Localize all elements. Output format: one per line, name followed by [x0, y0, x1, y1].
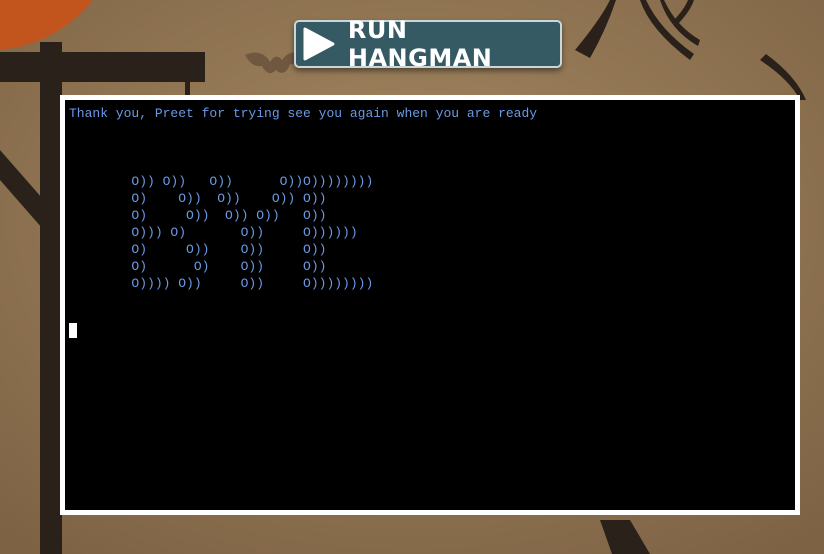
play-icon: [303, 27, 335, 61]
terminal[interactable]: Thank you, Preet for trying see you agai…: [65, 100, 795, 510]
gallows-post: [40, 42, 62, 554]
ascii-art-bye: O)) O)) O)) O))O)))))))) O) O)) O)) O)) …: [131, 174, 374, 291]
terminal-message: Thank you, Preet for trying see you agai…: [69, 106, 538, 121]
run-hangman-button[interactable]: RUN HANGMAN: [294, 16, 562, 72]
gallows-beam: [0, 52, 205, 82]
terminal-cursor: [69, 323, 77, 338]
terminal-frame: Thank you, Preet for trying see you agai…: [60, 95, 800, 515]
run-button-label: RUN HANGMAN: [347, 16, 493, 72]
